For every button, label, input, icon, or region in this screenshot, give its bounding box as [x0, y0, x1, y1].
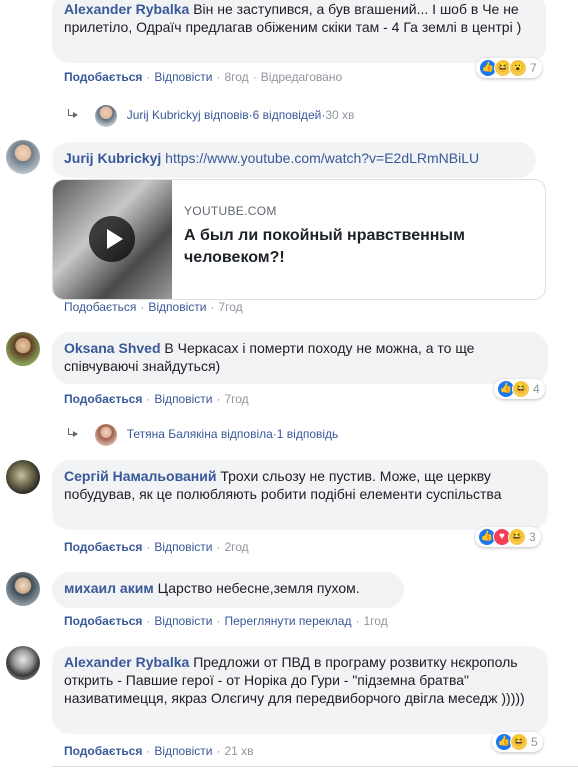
reply-count: 1 відповідь — [276, 427, 339, 442]
reaction-count: 5 — [531, 735, 538, 749]
reactions-summary[interactable]: 👍 😆 5 — [492, 732, 543, 752]
reply-arrow-icon — [68, 109, 78, 119]
comment-time[interactable]: 7год — [218, 300, 242, 314]
view-replies-link[interactable]: Jurij Kubrickyj відповів·6 відповідей·30… — [68, 105, 354, 127]
comment-author[interactable]: михаил аким — [64, 580, 154, 596]
comment-actions: Подобається · Відповісти · 7год — [64, 392, 249, 406]
comment-author[interactable]: Alexander Rybalka — [64, 654, 189, 670]
play-icon[interactable] — [89, 216, 135, 262]
comment-bubble: Jurij Kubrickyj https://www.youtube.com/… — [52, 142, 536, 178]
preview-domain: YOUTUBE.COM — [184, 204, 277, 218]
comment-bubble: Alexander Rybalka Він не заступився, а б… — [52, 0, 546, 63]
comment-time[interactable]: 2год — [224, 540, 248, 554]
comment-time[interactable]: 21 хв — [224, 744, 253, 758]
reply-button[interactable]: Відповісти — [148, 300, 206, 314]
reply-button[interactable]: Відповісти — [154, 540, 212, 554]
comment-link[interactable]: https://www.youtube.com/watch?v=E2dLRmNB… — [165, 150, 479, 166]
comment-time[interactable]: 7год — [224, 392, 248, 406]
reactions-summary[interactable]: 👍 😆 😮 7 — [476, 58, 542, 78]
comment-author[interactable]: Oksana Shved — [64, 340, 161, 356]
reply-arrow-icon — [68, 428, 78, 438]
reply-time: 30 хв — [325, 108, 355, 123]
reply-button[interactable]: Відповісти — [154, 70, 212, 84]
comment-time[interactable]: 8год — [224, 70, 248, 84]
comment-bubble: михаил аким Царство небесне,земля пухом. — [52, 572, 404, 608]
haha-reaction-icon: 😆 — [512, 380, 530, 398]
link-preview-card[interactable]: YOUTUBE.COM А был ли покойный нравственн… — [52, 179, 546, 300]
see-translation-link[interactable]: Переглянути переклад — [224, 614, 351, 628]
reaction-count: 4 — [533, 382, 540, 396]
reaction-count: 7 — [530, 61, 537, 75]
wow-reaction-icon: 😮 — [509, 59, 527, 77]
edited-label: Відредаговано — [260, 70, 343, 84]
haha-reaction-icon: 😆 — [510, 733, 528, 751]
avatar[interactable] — [6, 332, 40, 366]
comment-author[interactable]: Сергій Намальований — [64, 468, 216, 484]
comment-bubble: Сергій Намальований Трохи сльозу не пуст… — [52, 460, 548, 530]
like-button[interactable]: Подобається — [64, 540, 142, 554]
comment-actions: Подобається · Відповісти · 7год — [64, 300, 243, 314]
divider — [52, 766, 578, 767]
avatar[interactable] — [6, 572, 40, 606]
reactions-summary[interactable]: 👍 ♥ 😆 3 — [475, 527, 541, 547]
like-button[interactable]: Подобається — [64, 614, 142, 628]
replier-name: Jurij Kubrickyj відповів — [126, 108, 249, 123]
comment-actions: Подобається · Відповісти · 8год · Відредагован… — [64, 70, 343, 84]
comment-author[interactable]: Alexander Rybalka — [64, 1, 189, 17]
like-button[interactable]: Подобається — [64, 300, 136, 314]
view-replies-link[interactable]: Тетяна Балякіна відповіла·1 відповідь — [68, 424, 338, 446]
reply-button[interactable]: Відповісти — [154, 392, 212, 406]
like-button[interactable]: Подобається — [64, 70, 142, 84]
avatar[interactable] — [6, 140, 40, 174]
comment-text: Царство небесне,земля пухом. — [157, 580, 360, 596]
reply-button[interactable]: Відповісти — [154, 614, 212, 628]
reaction-count: 3 — [529, 530, 536, 544]
haha-reaction-icon: 😆 — [508, 528, 526, 546]
comment-time[interactable]: 1год — [364, 614, 388, 628]
like-button[interactable]: Подобається — [64, 744, 142, 758]
comment-actions: Подобається · Відповісти · 2год — [64, 540, 249, 554]
comment-actions: Подобається · Відповісти · Переглянути перек… — [64, 614, 388, 628]
comment-bubble: Alexander Rybalka Предложи от ПВД в прог… — [52, 646, 548, 734]
preview-title[interactable]: А был ли покойный нравственным человеком… — [184, 225, 514, 269]
comment-bubble: Oksana Shved В Черкасах і померти походу… — [52, 332, 548, 384]
reply-button[interactable]: Відповісти — [154, 744, 212, 758]
reply-count: 6 відповідей — [252, 108, 322, 123]
avatar — [95, 424, 118, 446]
comment-actions: Подобається · Відповісти · 21 хв — [64, 744, 254, 758]
comment-author[interactable]: Jurij Kubrickyj — [64, 150, 161, 166]
like-button[interactable]: Подобається — [64, 392, 142, 406]
replier-name: Тетяна Балякіна відповіла — [126, 427, 273, 442]
reactions-summary[interactable]: 👍 😆 4 — [494, 379, 545, 399]
avatar[interactable] — [6, 460, 40, 494]
avatar[interactable] — [6, 646, 40, 680]
avatar — [95, 105, 118, 127]
